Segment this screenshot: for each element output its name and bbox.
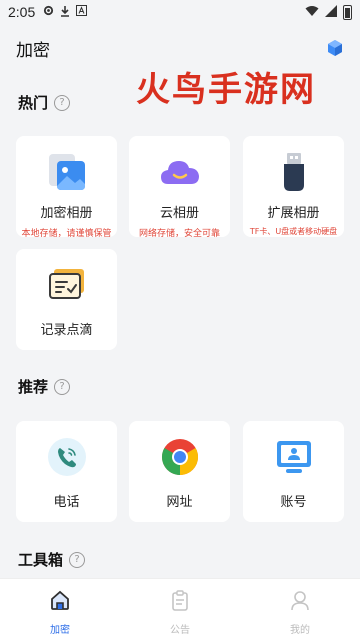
card-account[interactable]: 账号 bbox=[243, 421, 344, 522]
phone-icon bbox=[47, 437, 87, 477]
card-label: 网址 bbox=[166, 495, 193, 510]
download-icon bbox=[60, 5, 70, 20]
battery-icon bbox=[343, 4, 352, 20]
card-subtitle: TF卡、U盘或者移动硬盘 bbox=[249, 227, 338, 236]
card-extended-album[interactable]: 扩展相册 TF卡、U盘或者移动硬盘 bbox=[243, 136, 344, 237]
nav-item-encrypt[interactable]: 加密 bbox=[0, 579, 120, 639]
notice-icon bbox=[169, 589, 191, 615]
photo-album-icon bbox=[47, 152, 87, 192]
card-notes[interactable]: 记录点滴 bbox=[16, 249, 117, 350]
card-label: 记录点滴 bbox=[40, 323, 93, 338]
card-encrypted-album[interactable]: 加密相册 本地存储，请谨慎保管 bbox=[16, 136, 117, 239]
section-tools-title: 工具箱 ? bbox=[18, 549, 86, 570]
card-label: 扩展相册 bbox=[267, 206, 320, 221]
card-subtitle: 网络存储，安全可靠 bbox=[138, 229, 220, 239]
status-bar: 2:05 bbox=[0, 0, 360, 24]
card-label: 账号 bbox=[280, 495, 307, 510]
watermark-logo: 火鸟手游网 bbox=[136, 70, 316, 110]
nav-item-notice[interactable]: 公告 bbox=[120, 579, 240, 639]
profile-icon bbox=[289, 589, 311, 615]
section-tools-label: 工具箱 bbox=[18, 551, 64, 569]
home-icon bbox=[49, 589, 71, 615]
notes-icon bbox=[47, 265, 87, 305]
help-icon[interactable]: ? bbox=[54, 378, 71, 395]
browser-icon bbox=[160, 437, 200, 477]
section-recommend-title: 推荐 ? bbox=[18, 376, 71, 397]
card-label: 加密相册 bbox=[40, 206, 93, 221]
section-hot-title: 热门 ? bbox=[18, 92, 71, 113]
notification-a-icon bbox=[76, 5, 88, 19]
bottom-navigation: 加密 公告 我的 bbox=[0, 578, 360, 639]
section-hot-label: 热门 bbox=[18, 94, 49, 112]
cloud-icon bbox=[160, 152, 200, 192]
account-icon bbox=[274, 437, 314, 477]
card-website[interactable]: 网址 bbox=[129, 421, 230, 522]
help-icon[interactable]: ? bbox=[69, 551, 86, 568]
status-time: 2:05 bbox=[8, 4, 36, 20]
card-phone[interactable]: 电话 bbox=[16, 421, 117, 522]
signal-icon bbox=[325, 4, 337, 20]
card-subtitle: 本地存储，请谨慎保管 bbox=[21, 229, 112, 239]
usb-drive-icon bbox=[274, 152, 314, 192]
nav-label: 我的 bbox=[290, 625, 310, 636]
help-icon[interactable]: ? bbox=[54, 94, 71, 111]
page-title: 加密 bbox=[16, 40, 50, 61]
cube-icon[interactable] bbox=[326, 39, 344, 57]
card-cloud-album[interactable]: 云相册 网络存储，安全可靠 bbox=[129, 136, 230, 239]
settings-icon bbox=[43, 5, 54, 19]
nav-label: 公告 bbox=[170, 625, 190, 636]
wifi-icon bbox=[305, 5, 319, 20]
nav-label: 加密 bbox=[50, 625, 70, 636]
section-recommend-label: 推荐 bbox=[18, 378, 49, 396]
card-label: 云相册 bbox=[159, 206, 199, 221]
card-label: 电话 bbox=[53, 495, 80, 510]
nav-item-mine[interactable]: 我的 bbox=[240, 579, 360, 639]
